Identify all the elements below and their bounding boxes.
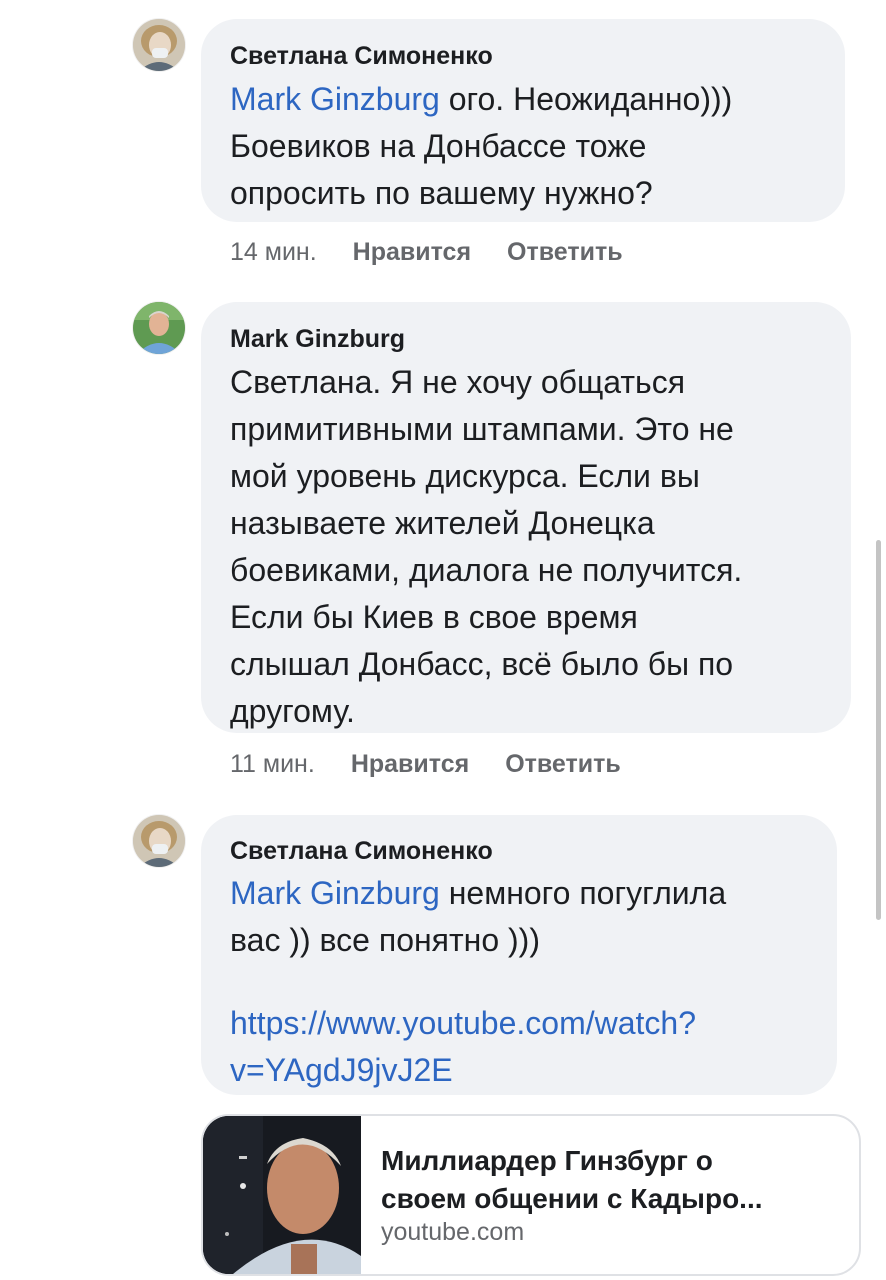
comment-line: Светлана. Я не хочу общаться xyxy=(230,364,686,400)
comment-line: Mark Ginzburg ого. Неожиданно))) xyxy=(230,76,732,123)
link-preview-card[interactable]: Миллиардер Гинзбург о своем общении с Ка… xyxy=(201,1114,861,1276)
comment-author[interactable]: Светлана Симоненко xyxy=(230,837,493,866)
link-preview-domain: youtube.com xyxy=(381,1218,525,1246)
comment-actions: 11 мин. Нравится Ответить xyxy=(230,750,621,779)
comment-line: называете жителей Донецка xyxy=(230,505,655,541)
comment-bubble: Светлана Симоненко Mark Ginzburg немного… xyxy=(201,815,837,1095)
comment-line-text: ого. Неожиданно))) xyxy=(439,81,733,117)
like-button[interactable]: Нравится xyxy=(351,750,469,778)
comment-text: Mark Ginzburg немного погуглила вас )) в… xyxy=(230,870,726,964)
comment-timestamp[interactable]: 11 мин. xyxy=(230,750,315,778)
comment-line: Боевиков на Донбассе тоже xyxy=(230,128,647,164)
preview-title-line: Миллиардер Гинзбург о xyxy=(381,1145,713,1176)
comment-author[interactable]: Светлана Симоненко xyxy=(230,42,493,71)
avatar-svetlana-icon[interactable] xyxy=(133,19,185,71)
comment-actions: 14 мин. Нравится Ответить xyxy=(230,238,623,267)
comment-line-text: немного погуглила xyxy=(439,875,727,911)
mention-link[interactable]: Mark Ginzburg xyxy=(230,875,440,911)
comment-line: вас )) все понятно ))) xyxy=(230,922,540,958)
avatar-svetlana-icon[interactable] xyxy=(133,815,185,867)
comment-bubble: Светлана Симоненко Mark Ginzburg ого. Не… xyxy=(201,19,845,222)
scrollbar[interactable] xyxy=(876,540,881,920)
comment-line: примитивными штампами. Это не xyxy=(230,411,734,447)
video-thumbnail-icon[interactable] xyxy=(203,1116,361,1274)
comment-bubble: Mark Ginzburg Светлана. Я не хочу общать… xyxy=(201,302,851,733)
comment-line: слышал Донбасс, всё было бы по xyxy=(230,646,734,682)
comment-text: Mark Ginzburg ого. Неожиданно))) Боевико… xyxy=(230,76,732,217)
avatar-mark-icon[interactable] xyxy=(133,302,185,354)
comment-author[interactable]: Mark Ginzburg xyxy=(230,325,405,354)
comment-line: опросить по вашему нужно? xyxy=(230,175,653,211)
comment-line: Если бы Киев в свое время xyxy=(230,599,638,635)
link-line[interactable]: v=YAgdJ9jvJ2E xyxy=(230,1047,696,1094)
preview-title-line: своем общении с Кадыро... xyxy=(381,1183,763,1214)
mention-link[interactable]: Mark Ginzburg xyxy=(230,81,440,117)
comment-text: Светлана. Я не хочу общаться примитивным… xyxy=(230,359,742,735)
link-preview-title[interactable]: Миллиардер Гинзбург о своем общении с Ка… xyxy=(381,1142,763,1218)
comment-line: боевиками, диалога не получится. xyxy=(230,552,743,588)
link-line[interactable]: https://www.youtube.com/watch? xyxy=(230,1000,696,1047)
reply-button[interactable]: Ответить xyxy=(507,238,623,266)
comment-line: другому. xyxy=(230,693,355,729)
comment-line: мой уровень дискурса. Если вы xyxy=(230,458,700,494)
comment-timestamp[interactable]: 14 мин. xyxy=(230,238,317,266)
reply-button[interactable]: Ответить xyxy=(505,750,621,778)
like-button[interactable]: Нравится xyxy=(353,238,471,266)
youtube-link[interactable]: https://www.youtube.com/watch? v=YAgdJ9j… xyxy=(230,1000,696,1094)
comment-line: Mark Ginzburg немного погуглила xyxy=(230,870,726,917)
